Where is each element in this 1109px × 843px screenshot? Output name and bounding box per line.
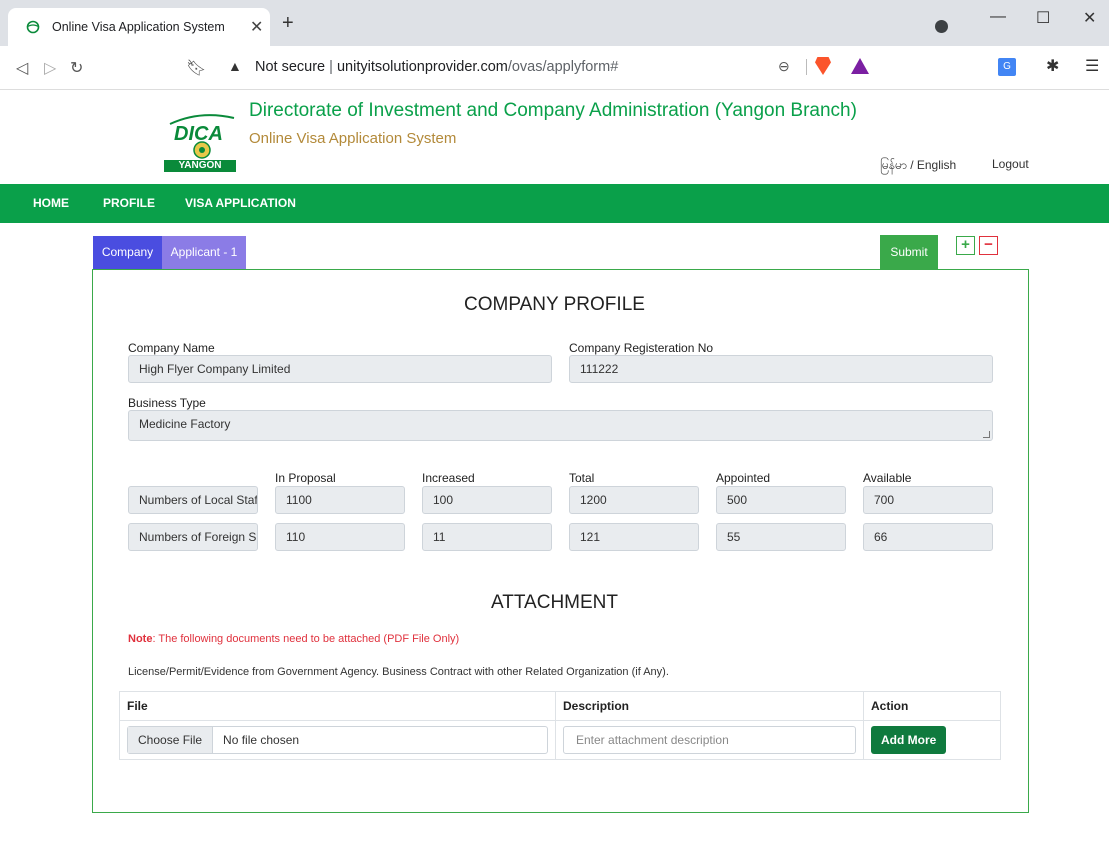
extensions-icon[interactable]: ✱: [1046, 56, 1059, 76]
company-name-label: Company Name: [128, 341, 215, 355]
tab-company[interactable]: Company: [93, 236, 162, 269]
local-in-proposal-field[interactable]: 1100: [275, 486, 405, 514]
browser-toolbar: ◁ ▷ ↻ 🔖︎ ▲ Not secure | unityitsolutionp…: [0, 46, 1109, 90]
business-type-label: Business Type: [128, 396, 206, 410]
attachment-heading: ATTACHMENT: [490, 592, 618, 613]
choose-file-button[interactable]: Choose File: [128, 727, 214, 753]
foreign-staff-label: Numbers of Foreign S: [128, 523, 258, 551]
col-action: Action: [863, 691, 1001, 721]
divider: [806, 59, 807, 75]
col-total: Total: [569, 471, 595, 485]
foreign-available-field[interactable]: 66: [863, 523, 993, 551]
translate-extension-icon[interactable]: G: [998, 58, 1016, 76]
company-name-field[interactable]: High Flyer Company Limited: [128, 355, 552, 383]
required-documents-text: License/Permit/Evidence from Government …: [128, 666, 669, 678]
add-applicant-button[interactable]: +: [956, 236, 975, 255]
local-available-field[interactable]: 700: [863, 486, 993, 514]
description-input[interactable]: Enter attachment description: [563, 726, 856, 754]
registration-no-field[interactable]: 111222: [569, 355, 993, 383]
local-total-field[interactable]: 1200: [569, 486, 699, 514]
business-type-field[interactable]: Medicine Factory: [128, 410, 993, 441]
maximize-icon[interactable]: ☐: [1036, 8, 1050, 28]
svg-text:DICA: DICA: [174, 123, 223, 145]
site-subtitle: Online Visa Application System: [249, 130, 457, 147]
warning-icon: ▲: [228, 58, 242, 74]
foreign-increased-field[interactable]: 11: [422, 523, 552, 551]
reload-icon[interactable]: ↻: [70, 58, 83, 78]
col-description: Description: [555, 691, 864, 721]
browser-favicon-icon: [26, 20, 40, 34]
minimize-icon[interactable]: —: [990, 8, 1006, 26]
registration-no-label: Company Registeration No: [569, 341, 714, 355]
file-status: No file chosen: [223, 733, 300, 747]
company-profile-heading: COMPANY PROFILE: [464, 294, 645, 315]
logout-link[interactable]: Logout: [992, 157, 1029, 171]
bookmark-icon[interactable]: 🔖︎: [186, 58, 206, 78]
back-icon[interactable]: ◁: [16, 58, 28, 78]
menu-icon[interactable]: ☰: [1085, 56, 1099, 76]
zoom-icon[interactable]: ⊖: [778, 58, 790, 75]
col-increased: Increased: [422, 471, 475, 485]
local-increased-field[interactable]: 100: [422, 486, 552, 514]
resize-grip-icon[interactable]: [983, 431, 990, 438]
add-more-button[interactable]: Add More: [871, 726, 947, 754]
file-cell: Choose File No file chosen: [119, 720, 556, 760]
nav-home[interactable]: HOME: [33, 196, 69, 210]
address-bar[interactable]: ▲ Not secure | unityitsolutionprovider.c…: [218, 54, 908, 82]
attachment-note: Note: The following documents need to be…: [128, 633, 460, 645]
window-close-icon[interactable]: ✕: [1083, 8, 1096, 28]
new-tab-icon[interactable]: +: [282, 13, 294, 33]
col-appointed: Appointed: [716, 471, 771, 485]
url-text: Not secure | unityitsolutionprovider.com…: [255, 59, 619, 75]
browser-tab[interactable]: Online Visa Application System ✕: [8, 8, 270, 46]
main-navbar: HOME PROFILE VISA APPLICATION: [0, 184, 1109, 223]
action-cell: Add More: [863, 720, 1001, 760]
forward-icon[interactable]: ▷: [44, 58, 56, 78]
profile-icon[interactable]: [935, 20, 948, 33]
foreign-appointed-field[interactable]: 55: [716, 523, 846, 551]
local-staff-label: Numbers of Local Staf: [128, 486, 258, 514]
browser-tabstrip: Online Visa Application System ✕ + — ☐ ✕: [0, 0, 1109, 46]
table-header-row: File Description Action: [119, 691, 1001, 721]
col-available: Available: [863, 471, 912, 485]
logo-subtitle: YANGON: [164, 160, 236, 172]
business-type-value: Medicine Factory: [139, 417, 231, 431]
language-switch[interactable]: မြန်မာ / English: [880, 157, 956, 175]
tab-applicant-1[interactable]: Applicant - 1: [162, 236, 246, 269]
local-appointed-field[interactable]: 500: [716, 486, 846, 514]
col-file: File: [119, 691, 556, 721]
file-input[interactable]: Choose File No file chosen: [127, 726, 548, 754]
tab-close-icon[interactable]: ✕: [250, 17, 263, 37]
brave-rewards-icon[interactable]: [851, 58, 869, 74]
nav-visa-application[interactable]: VISA APPLICATION: [185, 196, 296, 210]
col-in-proposal: In Proposal: [275, 471, 336, 485]
description-cell: Enter attachment description: [555, 720, 864, 760]
submit-button[interactable]: Submit: [880, 235, 938, 270]
foreign-in-proposal-field[interactable]: 110: [275, 523, 405, 551]
brave-shield-icon[interactable]: [815, 57, 831, 75]
tab-title: Online Visa Application System: [52, 20, 225, 34]
table-row: Choose File No file chosen Enter attachm…: [119, 720, 1001, 760]
site-title: Directorate of Investment and Company Ad…: [249, 100, 857, 121]
foreign-total-field[interactable]: 121: [569, 523, 699, 551]
attachment-table: File Description Action Choose File No f…: [119, 691, 1001, 760]
remove-applicant-button[interactable]: −: [979, 236, 998, 255]
nav-profile[interactable]: PROFILE: [103, 196, 155, 210]
